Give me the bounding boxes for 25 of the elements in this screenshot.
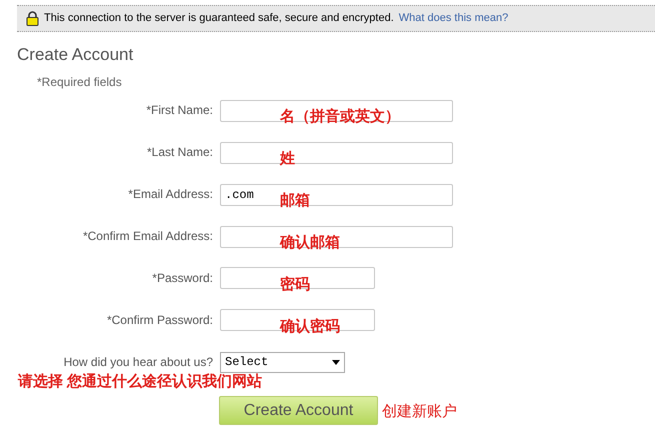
annotation: 创建新账户 — [382, 403, 457, 421]
annotation: 密码 — [280, 276, 310, 294]
field-label: *Last Name: — [146, 144, 213, 161]
field-label: *Email Address: — [127, 186, 213, 203]
info-link[interactable]: What does this mean? — [398, 10, 508, 27]
field-label: *First Name: — [145, 102, 213, 119]
text-field[interactable] — [220, 142, 453, 164]
security-message: This connection to the server is guaranteed safe, secure and encrypted. — [44, 11, 394, 26]
field-label: *Confirm Password: — [106, 312, 213, 329]
annotation: 名（拼音或英文） — [280, 108, 400, 126]
field-label: *Confirm Email Address: — [82, 228, 213, 245]
field-label: How did you hear about us? — [62, 354, 213, 371]
text-field[interactable] — [220, 100, 453, 122]
required-note: *Required fields — [37, 75, 123, 89]
create-account-button[interactable]: Create Account — [219, 396, 378, 425]
text-field[interactable] — [220, 226, 453, 248]
select-dropdown[interactable]: Select — [220, 352, 345, 372]
page-title: Create Account — [17, 45, 134, 65]
lock-icon — [26, 11, 39, 26]
annotation: 姓 — [280, 150, 295, 168]
annotation: 确认密码 — [280, 318, 340, 336]
annotation: 确认邮箱 — [280, 234, 340, 252]
caret-icon — [332, 360, 340, 364]
field-label: *Password: — [151, 270, 213, 287]
annotation: 请选择 您通过什么途径认识我们网站 — [18, 372, 264, 392]
